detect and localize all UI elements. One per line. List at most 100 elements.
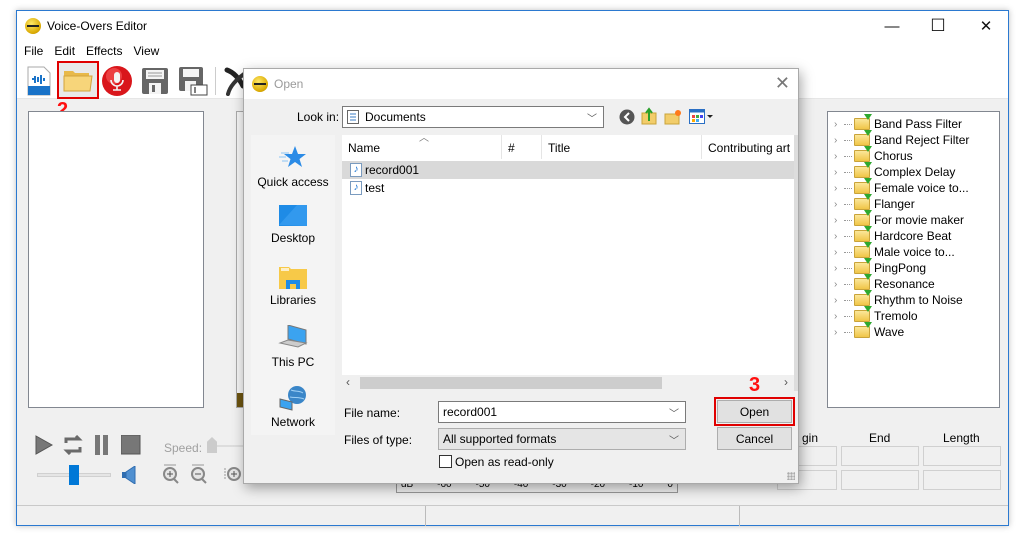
menu-view[interactable]: View bbox=[134, 44, 160, 58]
effect-item[interactable]: › Band Pass Filter bbox=[828, 114, 999, 132]
effect-item[interactable]: › Female voice to... bbox=[828, 178, 999, 196]
chevron-right-icon[interactable]: › bbox=[834, 231, 844, 242]
look-in-value: Documents bbox=[365, 110, 426, 124]
view-menu-button[interactable] bbox=[689, 109, 715, 128]
effect-label: Female voice to... bbox=[874, 181, 969, 195]
file-list-panel[interactable] bbox=[28, 111, 204, 408]
end-field-1[interactable] bbox=[841, 446, 919, 466]
menu-effects[interactable]: Effects bbox=[86, 44, 122, 58]
up-folder-button[interactable] bbox=[641, 107, 657, 128]
readonly-label[interactable]: Open as read-only bbox=[455, 455, 554, 469]
speaker-icon bbox=[122, 465, 136, 485]
file-name-input[interactable]: record001 ﹀ bbox=[438, 401, 686, 423]
record-button[interactable] bbox=[101, 65, 133, 97]
effect-item[interactable]: › For movie maker bbox=[828, 210, 999, 228]
effect-label: PingPong bbox=[874, 261, 927, 275]
close-button[interactable]: ✕ bbox=[963, 11, 1009, 41]
floppy-disk-rename-icon bbox=[179, 67, 208, 96]
column-name[interactable]: Name bbox=[342, 135, 502, 159]
new-folder-button[interactable] bbox=[664, 109, 682, 128]
chevron-right-icon[interactable]: › bbox=[834, 199, 844, 210]
vertical-scrollbar[interactable] bbox=[794, 135, 798, 391]
save-as-button[interactable] bbox=[177, 65, 209, 97]
mute-button[interactable] bbox=[122, 465, 136, 487]
chevron-right-icon[interactable]: › bbox=[834, 135, 844, 146]
effect-item[interactable]: › Band Reject Filter bbox=[828, 130, 999, 148]
play-button[interactable] bbox=[35, 435, 54, 458]
readonly-checkbox[interactable] bbox=[439, 455, 452, 468]
chevron-right-icon[interactable]: › bbox=[834, 119, 844, 130]
chevron-down-icon[interactable]: ﹀ bbox=[669, 405, 679, 420]
effect-item[interactable]: › Tremolo bbox=[828, 306, 999, 324]
file-row[interactable]: ♪ test bbox=[342, 179, 794, 197]
stop-button[interactable] bbox=[120, 434, 141, 458]
place-libraries[interactable]: Libraries bbox=[251, 265, 335, 307]
save-button[interactable] bbox=[139, 65, 171, 97]
maximize-button[interactable]: ☐ bbox=[915, 11, 961, 41]
cancel-button[interactable]: Cancel bbox=[717, 427, 792, 450]
effect-folder-icon bbox=[854, 162, 872, 178]
place-desktop[interactable]: Desktop bbox=[251, 205, 335, 245]
effect-label: Chorus bbox=[874, 149, 913, 163]
effect-item[interactable]: › Resonance bbox=[828, 274, 999, 292]
dialog-close-button[interactable]: ✕ bbox=[775, 73, 790, 94]
effect-item[interactable]: › PingPong bbox=[828, 258, 999, 276]
chevron-right-icon[interactable]: › bbox=[834, 311, 844, 322]
chevron-right-icon[interactable]: › bbox=[834, 263, 844, 274]
scroll-thumb[interactable] bbox=[360, 377, 662, 389]
column-title[interactable]: Title bbox=[542, 135, 702, 159]
place-this-pc[interactable]: This PC bbox=[251, 325, 335, 369]
chevron-right-icon[interactable]: › bbox=[834, 167, 844, 178]
column-number[interactable]: # bbox=[502, 135, 542, 159]
open-button[interactable]: Open bbox=[714, 397, 795, 426]
horizontal-scrollbar[interactable]: ‹ › bbox=[342, 375, 794, 391]
effect-item[interactable]: › Flanger bbox=[828, 194, 999, 212]
length-field-1[interactable] bbox=[923, 446, 1001, 466]
effect-item[interactable]: › Rhythm to Noise bbox=[828, 290, 999, 308]
volume-thumb[interactable] bbox=[69, 465, 79, 485]
speed-slider[interactable] bbox=[207, 437, 243, 455]
pause-button[interactable] bbox=[95, 435, 109, 458]
chevron-right-icon[interactable]: › bbox=[834, 151, 844, 162]
menu-edit[interactable]: Edit bbox=[54, 44, 75, 58]
chevron-right-icon[interactable]: › bbox=[834, 247, 844, 258]
end-field-2[interactable] bbox=[841, 470, 919, 490]
effect-item[interactable]: › Wave bbox=[828, 322, 999, 340]
place-network[interactable]: Network bbox=[251, 385, 335, 429]
file-name: test bbox=[365, 181, 385, 195]
chevron-right-icon[interactable]: › bbox=[834, 215, 844, 226]
effect-item[interactable]: › Male voice to... bbox=[828, 242, 999, 260]
effect-item[interactable]: › Hardcore Beat bbox=[828, 226, 999, 244]
volume-slider[interactable] bbox=[37, 465, 111, 485]
file-row[interactable]: ♪ record001 bbox=[342, 161, 794, 179]
zoom-selection-button[interactable] bbox=[223, 464, 243, 487]
minimize-button[interactable]: — bbox=[869, 11, 915, 41]
effect-item[interactable]: › Complex Delay bbox=[828, 162, 999, 180]
speed-label: Speed: bbox=[164, 441, 203, 455]
back-button[interactable] bbox=[619, 109, 635, 128]
zoom-out-icon bbox=[191, 464, 207, 484]
length-field-2[interactable] bbox=[923, 470, 1001, 490]
resize-grip[interactable] bbox=[787, 472, 795, 480]
column-contributing-artists[interactable]: Contributing art bbox=[702, 135, 794, 159]
loop-button[interactable] bbox=[63, 434, 83, 458]
look-in-combo[interactable]: Documents ﹀ bbox=[342, 106, 604, 128]
effect-item[interactable]: › Chorus bbox=[828, 146, 999, 164]
chevron-right-icon[interactable]: › bbox=[834, 183, 844, 194]
file-type-value: All supported formats bbox=[443, 432, 557, 446]
file-type-select[interactable]: All supported formats ﹀ bbox=[438, 428, 686, 450]
chevron-right-icon[interactable]: › bbox=[834, 327, 844, 338]
menu-file[interactable]: File bbox=[24, 44, 43, 58]
effects-list: › Band Pass Filter › Band Reject Filter › Cho… bbox=[828, 114, 999, 340]
zoom-in-button[interactable] bbox=[162, 464, 180, 487]
stop-icon bbox=[120, 434, 141, 455]
loop-icon bbox=[63, 434, 83, 456]
scroll-left-icon[interactable]: ‹ bbox=[346, 375, 350, 389]
zoom-out-button[interactable] bbox=[190, 464, 208, 487]
scroll-right-icon[interactable]: › bbox=[784, 375, 788, 389]
chevron-right-icon[interactable]: › bbox=[834, 295, 844, 306]
new-file-button[interactable] bbox=[23, 65, 55, 97]
chevron-right-icon[interactable]: › bbox=[834, 279, 844, 290]
open-file-button[interactable] bbox=[57, 61, 99, 99]
place-quick-access[interactable]: Quick access bbox=[251, 145, 335, 189]
